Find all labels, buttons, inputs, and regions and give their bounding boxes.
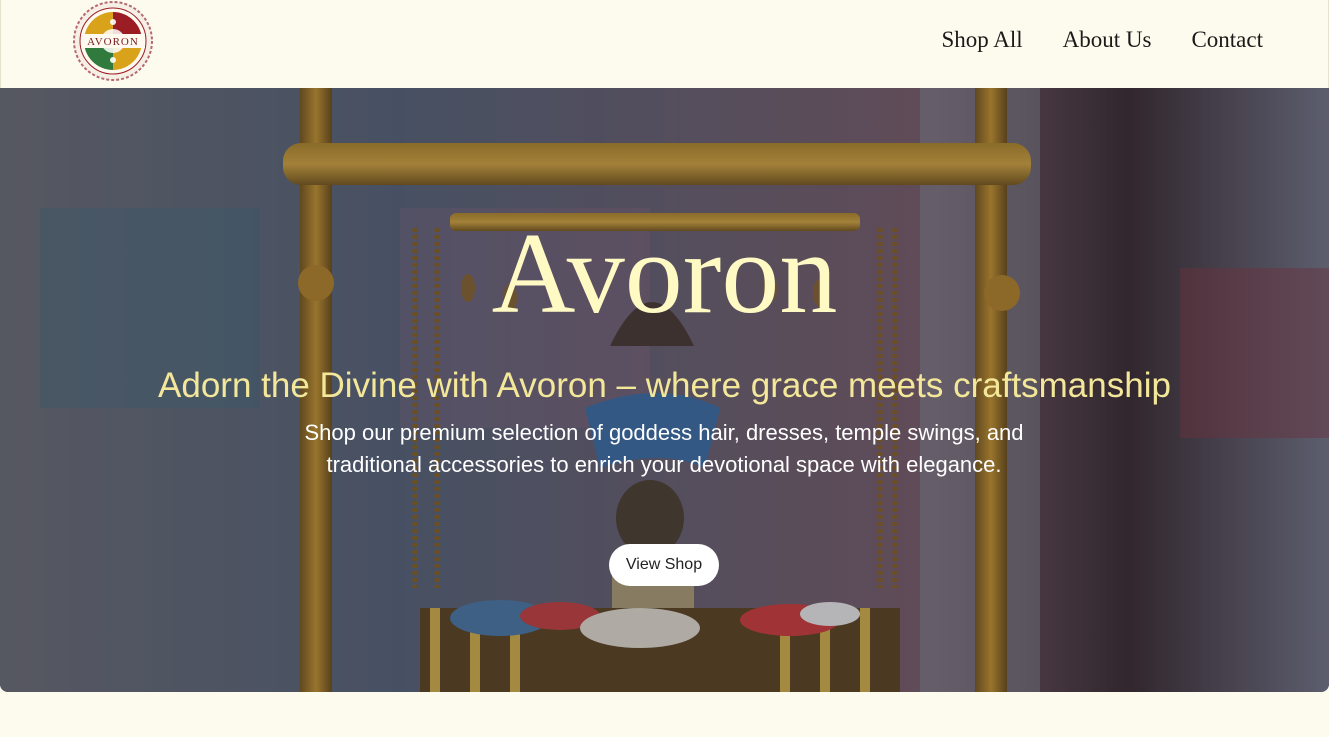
brand-logo-mark: AVORON [73, 1, 153, 81]
hero-description: Shop our premium selection of goddess ha… [304, 420, 1024, 477]
hero-banner: Avoron Adorn the Divine with Avoron – wh… [0, 88, 1329, 692]
main-nav: Shop All About Us Contact [941, 27, 1263, 53]
brand-logo-text: AVORON [87, 36, 139, 48]
hero-title: Avoron [491, 210, 838, 338]
nav-shop-all[interactable]: Shop All [941, 27, 1022, 53]
page: AVORON Shop All About Us Contact Avoron … [0, 0, 1329, 737]
site-header: AVORON Shop All About Us Contact [0, 0, 1329, 88]
hero-subtitle: Adorn the Divine with Avoron – where gra… [158, 366, 1171, 405]
brand-logo[interactable]: AVORON [72, 0, 154, 82]
nav-about-us[interactable]: About Us [1063, 27, 1152, 53]
nav-contact[interactable]: Contact [1191, 27, 1263, 53]
view-shop-button[interactable]: View Shop [609, 544, 719, 586]
